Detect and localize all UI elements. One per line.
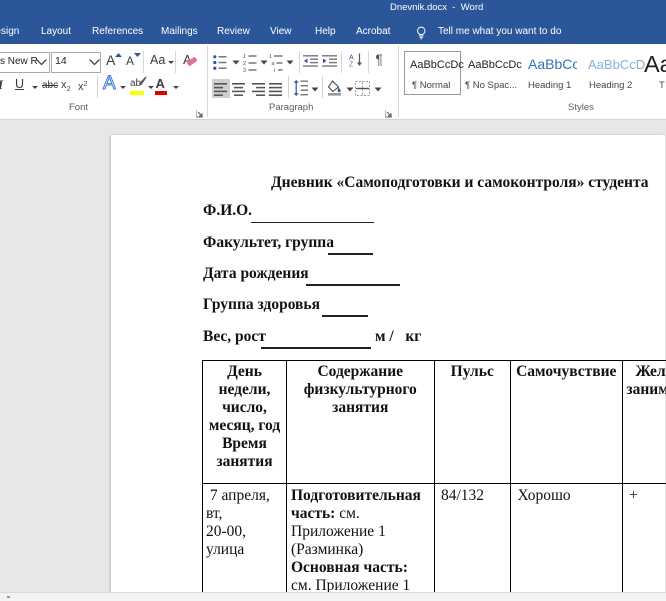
svg-text:Z: Z <box>349 62 354 68</box>
svg-text:2: 2 <box>243 61 246 67</box>
svg-text:i: i <box>274 68 275 72</box>
svg-text:1: 1 <box>243 54 246 60</box>
svg-text:a: a <box>272 61 276 67</box>
svg-text:3: 3 <box>243 68 246 72</box>
svg-text:1: 1 <box>269 54 272 60</box>
svg-text:A: A <box>349 55 354 62</box>
